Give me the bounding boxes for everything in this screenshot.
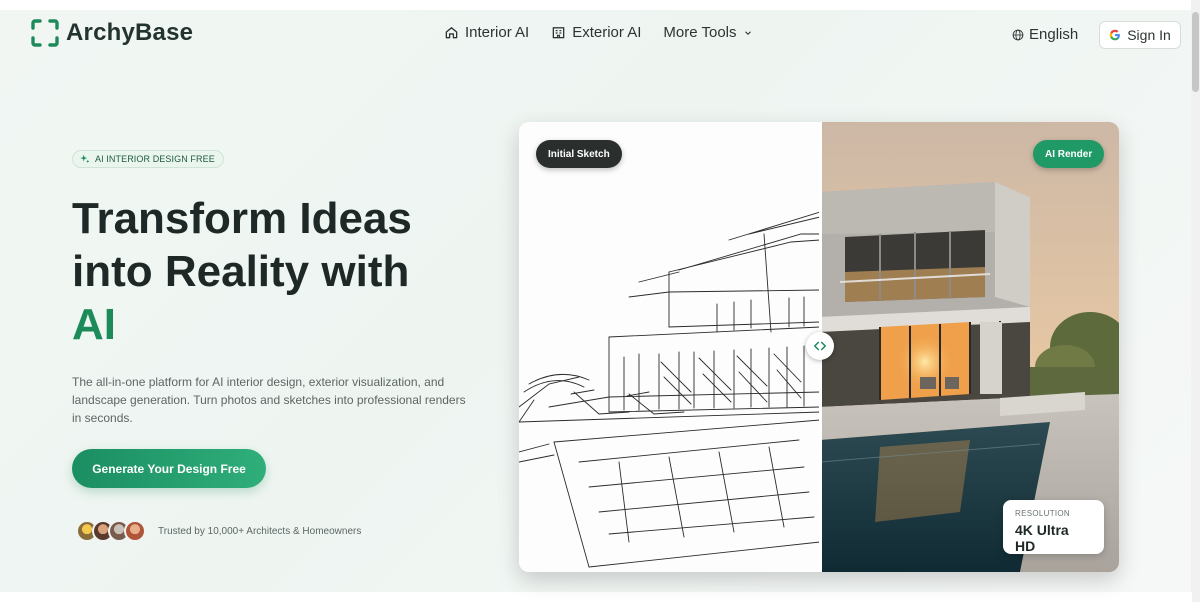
compare-slider-handle[interactable] (806, 332, 834, 360)
globe-icon (1012, 29, 1024, 40)
logo[interactable]: ArchyBase (30, 18, 193, 48)
trust-text: Trusted by 10,000+ Architects & Homeowne… (158, 525, 362, 537)
nav-interior-ai-label: Interior AI (465, 24, 530, 41)
language-label: English (1029, 26, 1079, 43)
chevron-down-icon (744, 30, 751, 35)
ai-render-tag: AI Render (1033, 140, 1105, 168)
sign-in-label: Sign In (1127, 27, 1171, 43)
sketch-image (519, 122, 821, 572)
resolution-label: RESOLUTION (1015, 509, 1071, 518)
home-icon (445, 27, 458, 39)
language-selector[interactable]: English (1012, 26, 1078, 43)
scrollbar-thumb[interactable] (1192, 12, 1199, 92)
initial-sketch-tag: Initial Sketch (536, 140, 622, 168)
nav-exterior-ai[interactable]: Exterior AI (551, 24, 641, 41)
nav-interior-ai[interactable]: Interior AI (444, 24, 529, 41)
headline-line-1: Transform Ideas (72, 194, 412, 243)
headline-accent: AI (72, 300, 116, 349)
main-nav: Interior AI Exterior AI More Tools (444, 24, 753, 41)
bottom-strip (0, 592, 1192, 602)
logo-text: ArchyBase (66, 19, 194, 46)
building-icon (552, 27, 565, 39)
sparkles-icon (80, 154, 90, 164)
top-strip (0, 0, 1200, 10)
avatar (124, 520, 146, 542)
headline-line-2: into Reality with (72, 247, 410, 296)
trust-row: Trusted by 10,000+ Architects & Homeowne… (76, 520, 361, 542)
google-icon (1109, 29, 1121, 41)
hero-headline: Transform Ideas into Reality with AI (72, 192, 512, 351)
nav-more-tools-label: More Tools (663, 24, 737, 41)
avatar-group (76, 520, 146, 542)
hero-badge-label: AI INTERIOR DESIGN FREE (95, 154, 215, 164)
before-after-comparison[interactable]: Initial Sketch AI Render RESOLUTION 4K U… (519, 122, 1119, 572)
hero-badge: AI INTERIOR DESIGN FREE (72, 150, 224, 168)
code-arrows-icon (813, 341, 827, 351)
resolution-card: RESOLUTION 4K Ultra HD (1003, 500, 1104, 554)
scrollbar[interactable] (1191, 0, 1200, 602)
bracket-frame-icon (30, 18, 60, 48)
resolution-value: 4K Ultra HD (1015, 522, 1069, 554)
nav-exterior-ai-label: Exterior AI (572, 24, 642, 41)
generate-design-button[interactable]: Generate Your Design Free (72, 449, 266, 488)
hero-description: The all-in-one platform for AI interior … (72, 375, 466, 425)
nav-more-tools[interactable]: More Tools (663, 24, 752, 41)
sign-in-button[interactable]: Sign In (1099, 21, 1181, 49)
